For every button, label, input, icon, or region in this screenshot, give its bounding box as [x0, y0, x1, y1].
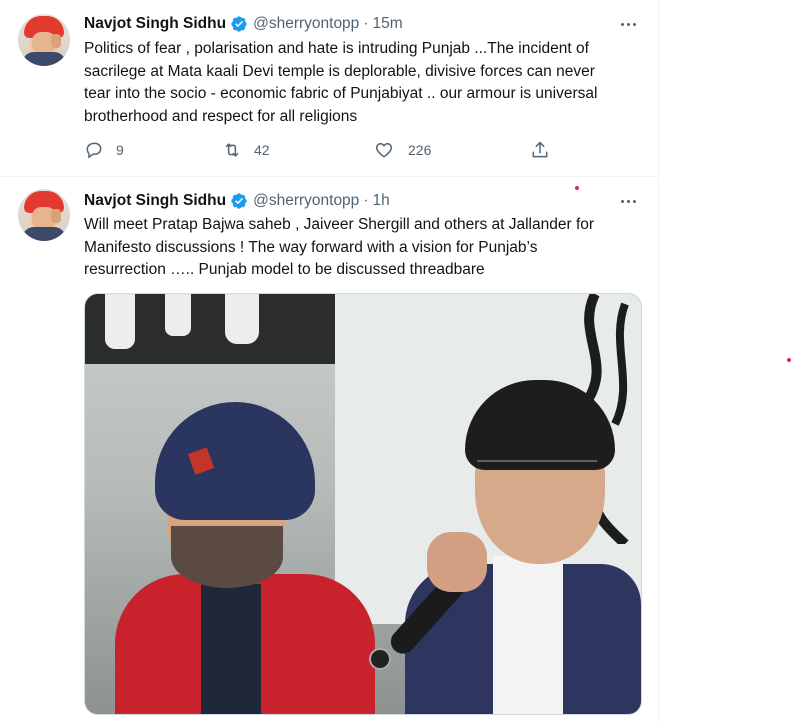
retweet-button[interactable]: 42 — [222, 140, 270, 160]
indicator-dot — [575, 186, 579, 190]
verified-badge-icon — [231, 193, 247, 209]
reply-icon — [86, 142, 102, 159]
verified-badge-icon — [231, 16, 247, 32]
tweet-header: Navjot Singh Sidhu @sherryontopp · 15m — [84, 14, 403, 34]
share-icon — [532, 141, 548, 158]
tweet[interactable]: Navjot Singh Sidhu @sherryontopp · 1h Wi… — [0, 177, 658, 722]
reply-count: 9 — [116, 142, 124, 158]
author-name[interactable]: Navjot Singh Sidhu — [84, 15, 226, 33]
like-count: 226 — [408, 142, 432, 158]
timestamp[interactable]: 1h — [372, 192, 389, 210]
banner-graphic — [85, 294, 335, 364]
reply-button[interactable]: 9 — [84, 140, 124, 160]
more-icon[interactable] — [618, 191, 638, 211]
timestamp[interactable]: 15m — [372, 15, 402, 33]
indicator-dot — [787, 358, 791, 362]
tweet[interactable]: Navjot Singh Sidhu @sherryontopp · 15m P… — [0, 0, 658, 177]
tweet-text: Will meet Pratap Bajwa saheb , Jaiveer S… — [84, 216, 595, 278]
tweet-actions: 9 42 226 — [84, 140, 554, 162]
like-icon — [375, 142, 393, 158]
author-handle[interactable]: @sherryontopp — [253, 15, 359, 33]
avatar[interactable] — [18, 14, 70, 66]
avatar[interactable] — [18, 189, 70, 241]
more-icon[interactable] — [618, 14, 638, 34]
tweet-photo[interactable] — [84, 293, 642, 715]
author-handle[interactable]: @sherryontopp — [253, 192, 359, 210]
retweet-icon — [225, 143, 239, 157]
author-name[interactable]: Navjot Singh Sidhu — [84, 192, 226, 210]
separator: · — [363, 192, 369, 209]
tweet-text: Politics of fear , polarisation and hate… — [84, 40, 598, 125]
timeline-feed: Navjot Singh Sidhu @sherryontopp · 15m P… — [0, 0, 659, 722]
tweet-header: Navjot Singh Sidhu @sherryontopp · 1h — [84, 191, 390, 211]
separator: · — [363, 15, 369, 32]
retweet-count: 42 — [254, 142, 270, 158]
share-button[interactable] — [530, 140, 550, 160]
like-button[interactable]: 226 — [374, 140, 431, 160]
